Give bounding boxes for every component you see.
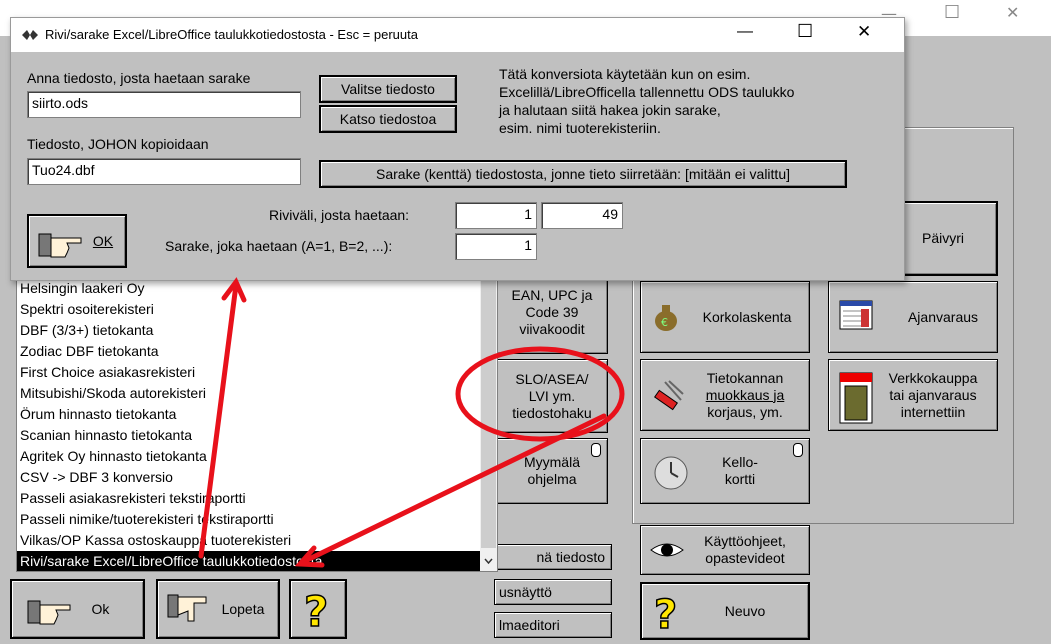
annotation-overlay xyxy=(198,277,625,568)
annotation-arrow-up xyxy=(198,282,239,559)
annotation-circle xyxy=(455,346,625,442)
